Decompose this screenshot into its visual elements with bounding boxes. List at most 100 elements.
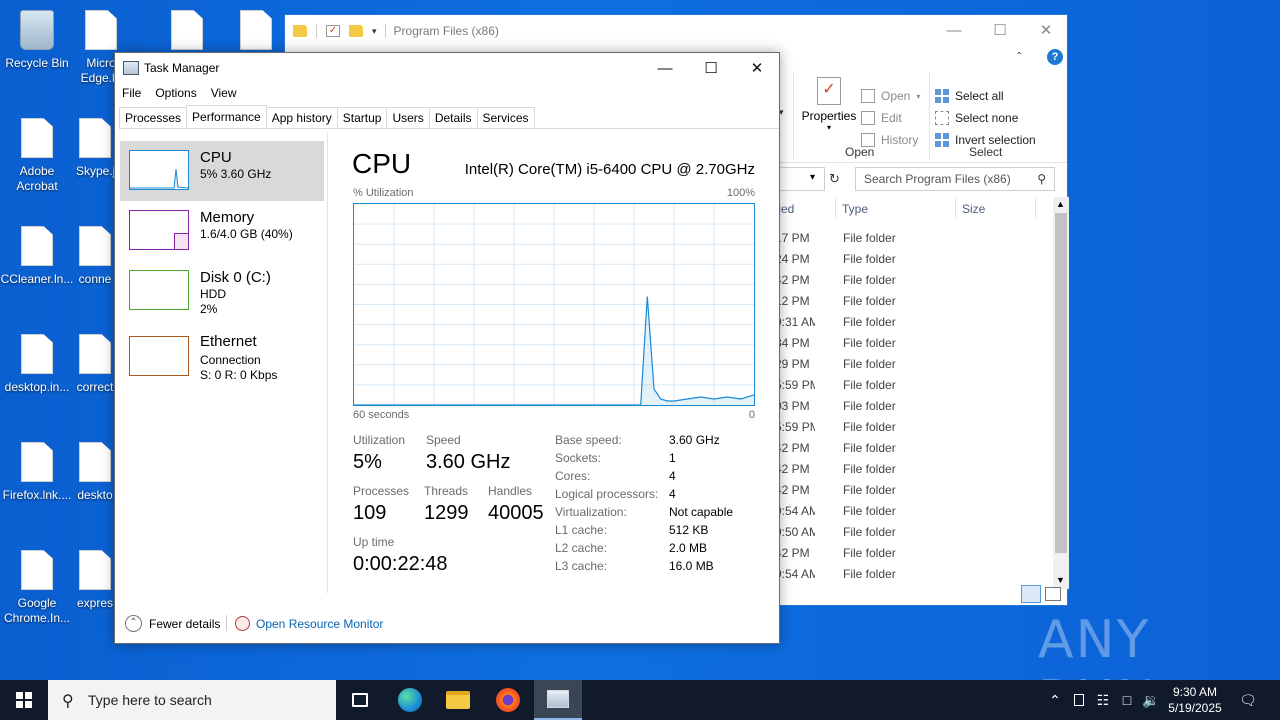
resource-item-cpu[interactable]: CPU 5% 3.60 GHz bbox=[120, 141, 324, 201]
minimize-icon[interactable]: — bbox=[642, 53, 688, 83]
desktop-icon-file[interactable] bbox=[228, 10, 284, 56]
task-view-button[interactable] bbox=[336, 680, 384, 720]
desktop-icon-file[interactable] bbox=[150, 10, 224, 56]
details-view-icon[interactable] bbox=[1021, 585, 1041, 603]
scroll-up-icon[interactable]: ▲ bbox=[1056, 199, 1065, 209]
menu-bar: File Options View bbox=[115, 84, 244, 104]
file-icon bbox=[21, 118, 53, 158]
file-row[interactable]: 42 PM File folder bbox=[775, 441, 1055, 462]
file-modified: 5:59 PM bbox=[775, 378, 815, 392]
show-hidden-icons-icon[interactable]: ⌃ bbox=[1046, 680, 1064, 720]
help-icon[interactable]: ? bbox=[1047, 49, 1063, 65]
new-folder-icon[interactable] bbox=[349, 25, 363, 37]
task-manager-titlebar[interactable]: Task Manager — ☐ ✕ bbox=[115, 53, 779, 83]
refresh-icon[interactable]: ↻ bbox=[829, 171, 840, 187]
desktop-icon-desktop-ini[interactable]: desktop.in... bbox=[0, 334, 74, 395]
properties-icon[interactable]: ✓ bbox=[326, 25, 340, 37]
desktop-icon-connect[interactable]: conne bbox=[76, 226, 114, 287]
resource-item-memory[interactable]: Memory 1.6/4.0 GB (40%) bbox=[120, 201, 324, 261]
volume-icon[interactable]: 🔉 bbox=[1142, 680, 1160, 720]
file-icon bbox=[240, 10, 272, 50]
menu-view[interactable]: View bbox=[204, 84, 244, 104]
tab-processes[interactable]: Processes bbox=[119, 107, 188, 128]
notifications-icon[interactable]: 🗨 bbox=[1234, 680, 1262, 720]
desktop-icon-correct[interactable]: correct bbox=[76, 334, 114, 395]
tab-users[interactable]: Users bbox=[386, 107, 430, 128]
column-header-size[interactable]: Size bbox=[962, 202, 985, 216]
file-row[interactable]: 24 PM File folder bbox=[775, 252, 1055, 273]
tray-app-icon[interactable] bbox=[1070, 680, 1088, 720]
task-manager-window[interactable]: Task Manager — ☐ ✕ File Options View Pro… bbox=[114, 52, 780, 644]
desktop-icon-firefox[interactable]: Firefox.lnk.... bbox=[0, 442, 74, 503]
maximize-icon[interactable]: ☐ bbox=[977, 15, 1023, 45]
desktop-icon-desktop[interactable]: deskto bbox=[76, 442, 114, 503]
taskbar-edge[interactable] bbox=[386, 680, 434, 720]
taskbar-file-explorer[interactable] bbox=[434, 680, 482, 720]
file-row[interactable]: 5:59 PM File folder bbox=[775, 420, 1055, 441]
desktop-icon-chrome[interactable]: Google Chrome.In... bbox=[0, 550, 74, 626]
select-none-button[interactable]: Select none bbox=[935, 107, 1036, 129]
file-row[interactable]: 9:50 AM File folder bbox=[775, 525, 1055, 546]
scrollbar-thumb[interactable] bbox=[1055, 213, 1067, 553]
file-row[interactable]: 42 PM File folder bbox=[775, 483, 1055, 504]
taskbar-task-manager[interactable] bbox=[534, 680, 582, 720]
maximize-icon[interactable]: ☐ bbox=[688, 53, 734, 83]
address-bar[interactable]: ▾ bbox=[779, 167, 825, 191]
task-view-icon bbox=[352, 693, 368, 707]
column-header-type[interactable]: Type bbox=[842, 202, 868, 216]
desktop-icon-ccleaner[interactable]: CCleaner.ln... bbox=[0, 226, 74, 287]
edit-button[interactable]: Edit bbox=[861, 107, 920, 129]
taskbar-clock[interactable]: 9:30 AM 5/19/2025 bbox=[1162, 684, 1228, 716]
file-row[interactable]: 34 PM File folder bbox=[775, 336, 1055, 357]
file-row[interactable]: 42 PM File folder bbox=[775, 273, 1055, 294]
select-all-button[interactable]: Select all bbox=[935, 85, 1036, 107]
network-icon[interactable]: □ bbox=[1118, 680, 1136, 720]
scroll-down-icon[interactable]: ▼ bbox=[1056, 575, 1065, 585]
scrollbar[interactable]: ▲ ▼ bbox=[1053, 197, 1069, 589]
search-input[interactable]: Search Program Files (x86) ⚲ bbox=[855, 167, 1055, 191]
taskbar-firefox[interactable] bbox=[484, 680, 532, 720]
minimize-icon[interactable]: — bbox=[931, 15, 977, 45]
tab-app-history[interactable]: App history bbox=[265, 107, 338, 128]
file-row[interactable]: 9:54 AM File folder bbox=[775, 567, 1055, 588]
chevron-down-icon: ▾ bbox=[810, 172, 816, 183]
taskbar-search-box[interactable]: ⚲ Type here to search bbox=[48, 680, 336, 720]
file-modified: 9:54 AM bbox=[775, 567, 815, 581]
chevron-up-icon[interactable]: ⌃ bbox=[125, 615, 142, 632]
close-icon[interactable]: ✕ bbox=[734, 53, 780, 83]
menu-options[interactable]: Options bbox=[148, 84, 203, 104]
file-row[interactable]: 5:59 PM File folder bbox=[775, 378, 1055, 399]
resource-item-ethernet[interactable]: Ethernet Connection S: 0 R: 0 Kbps bbox=[120, 327, 324, 387]
start-button[interactable] bbox=[0, 680, 48, 720]
resource-item-disk[interactable]: Disk 0 (C:) HDD 2% bbox=[120, 261, 324, 321]
open-button[interactable]: Open ▾ bbox=[861, 85, 920, 107]
quick-access-dropdown-icon[interactable]: ▾ bbox=[372, 26, 377, 37]
file-row[interactable]: 42 PM File folder bbox=[775, 462, 1055, 483]
fewer-details-link[interactable]: Fewer details bbox=[149, 617, 220, 631]
desktop-icon-express[interactable]: expres bbox=[76, 550, 114, 611]
file-row[interactable]: 03 PM File folder bbox=[775, 399, 1055, 420]
tray-device-icon[interactable]: ☷ bbox=[1094, 680, 1112, 720]
tab-startup[interactable]: Startup bbox=[336, 107, 388, 128]
desktop-icon-adobe[interactable]: Adobe Acrobat bbox=[0, 118, 74, 194]
desktop-icon-recycle-bin[interactable]: Recycle Bin bbox=[0, 10, 74, 71]
resource-name: Memory bbox=[200, 209, 255, 226]
resource-stat: S: 0 R: 0 Kbps bbox=[200, 368, 278, 382]
file-row[interactable]: 9:54 AM File folder bbox=[775, 504, 1055, 525]
file-row[interactable]: 29 PM File folder bbox=[775, 357, 1055, 378]
tab-details[interactable]: Details bbox=[428, 107, 478, 128]
separator bbox=[1035, 197, 1036, 219]
tab-services[interactable]: Services bbox=[476, 107, 535, 128]
file-row[interactable]: 17 PM File folder bbox=[775, 231, 1055, 252]
open-resource-monitor-link[interactable]: Open Resource Monitor bbox=[256, 617, 383, 631]
file-row[interactable]: 12 PM File folder bbox=[775, 294, 1055, 315]
close-icon[interactable]: ✕ bbox=[1023, 15, 1069, 45]
ribbon-collapse-icon[interactable]: ⌃ bbox=[1015, 51, 1023, 62]
large-icons-view-icon[interactable] bbox=[1045, 587, 1061, 601]
properties-button[interactable]: ✓ Properties ▾ bbox=[800, 77, 858, 132]
file-row[interactable]: 42 PM File folder bbox=[775, 546, 1055, 567]
desktop-icon-skype[interactable]: Skype.j bbox=[76, 118, 114, 179]
file-row[interactable]: 9:31 AM File folder bbox=[775, 315, 1055, 336]
menu-file[interactable]: File bbox=[115, 84, 148, 104]
tab-performance[interactable]: Performance bbox=[186, 105, 267, 128]
